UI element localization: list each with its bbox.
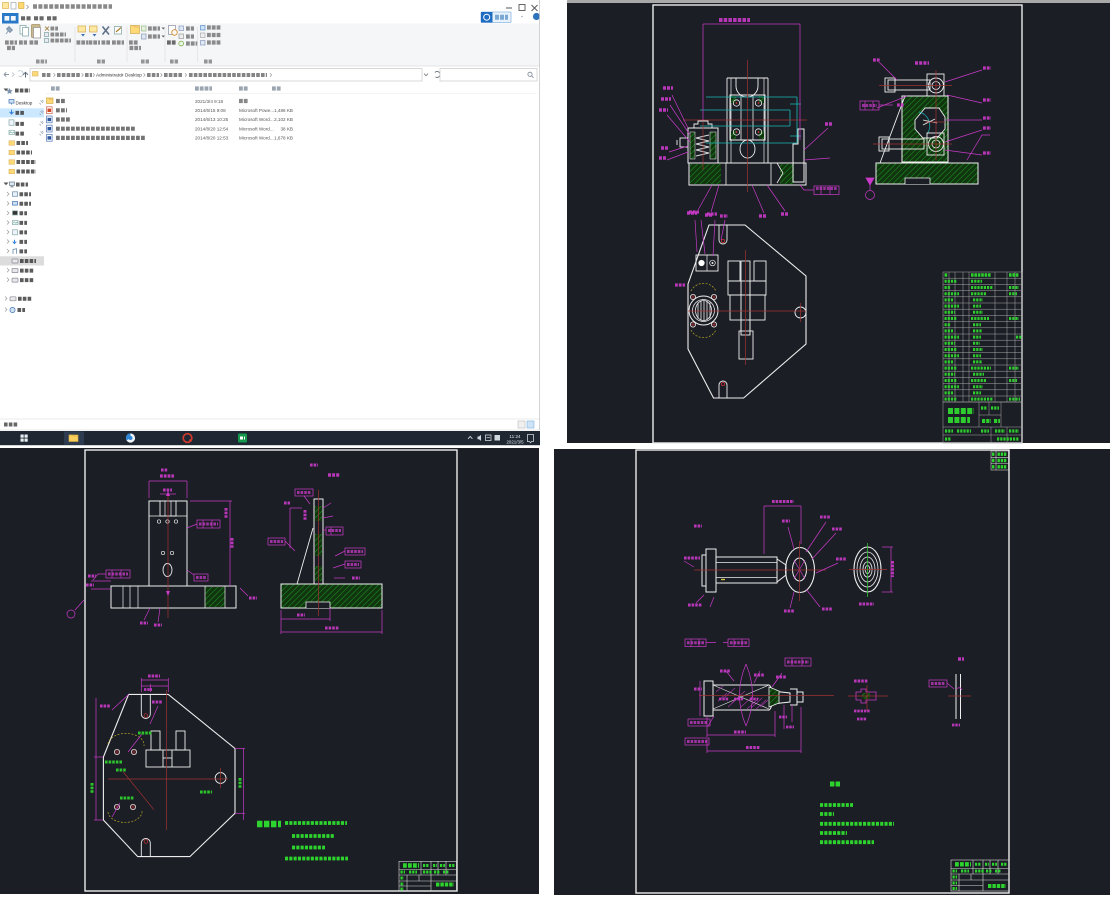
svg-text:2014/8/20 12:53: 2014/8/20 12:53	[195, 136, 229, 141]
svg-text:2,102 KB: 2,102 KB	[274, 117, 293, 122]
svg-text:1,486 KB: 1,486 KB	[274, 108, 293, 113]
svg-text:2014/6/13 10:25: 2014/6/13 10:25	[195, 117, 229, 122]
svg-text:Microsoft Word...: Microsoft Word...	[239, 126, 274, 131]
svg-text:2021/3/5: 2021/3/5	[506, 439, 524, 444]
svg-text:2014/8/20 12:54: 2014/8/20 12:54	[195, 126, 229, 131]
svg-text:Desktop: Desktop	[16, 100, 33, 105]
svg-text:2014/6/15 9:08: 2014/6/15 9:08	[195, 108, 226, 113]
svg-text:1,678 KB: 1,678 KB	[274, 136, 293, 141]
svg-text:Microsoft Powe...: Microsoft Powe...	[239, 108, 274, 113]
svg-text:Microsoft Word...: Microsoft Word...	[239, 117, 274, 122]
svg-text:38 KB: 38 KB	[280, 126, 293, 131]
svg-text:Microsoft Word...: Microsoft Word...	[239, 136, 274, 141]
svg-text:2021/3/4 9:18: 2021/3/4 9:18	[195, 99, 224, 104]
svg-text:Administrator: Administrator	[96, 73, 124, 78]
svg-text:Desktop: Desktop	[125, 73, 142, 78]
svg-text:11:24: 11:24	[509, 434, 521, 439]
